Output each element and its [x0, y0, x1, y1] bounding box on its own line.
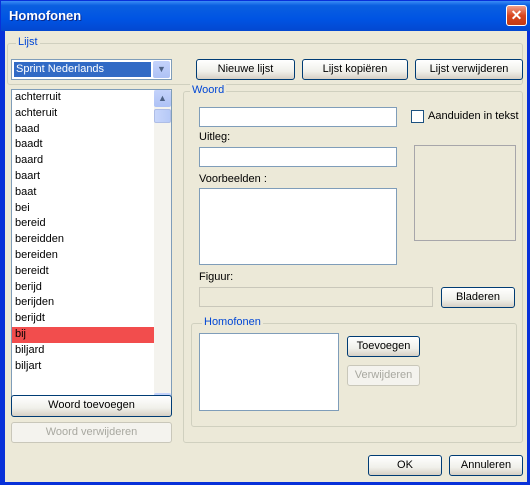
uitleg-label: Uitleg:: [199, 131, 231, 143]
list-item[interactable]: berijdt: [12, 311, 171, 327]
list-item[interactable]: baart: [12, 169, 171, 185]
list-item[interactable]: baard: [12, 153, 171, 169]
mark-in-text-label: Aanduiden in tekst: [428, 110, 519, 122]
list-item[interactable]: biljart: [12, 359, 171, 375]
list-item[interactable]: achterruit: [12, 90, 171, 106]
copy-list-button[interactable]: Lijst kopiëren: [302, 59, 408, 80]
list-item[interactable]: biljard: [12, 343, 171, 359]
scroll-thumb[interactable]: [154, 109, 171, 123]
list-item[interactable]: baat: [12, 185, 171, 201]
window-title: Homofonen: [9, 8, 82, 23]
homophones-list[interactable]: [199, 333, 339, 411]
chevron-down-icon[interactable]: ▼: [153, 61, 170, 78]
word-list-scrollbar[interactable]: ▲ ▼: [154, 90, 171, 410]
list-item[interactable]: baad: [12, 122, 171, 138]
add-word-button[interactable]: Woord toevoegen: [11, 395, 172, 417]
cancel-button[interactable]: Annuleren: [449, 455, 523, 476]
add-homophone-button[interactable]: Toevoegen: [347, 336, 420, 357]
close-icon[interactable]: ✕: [506, 5, 527, 26]
word-input[interactable]: [199, 107, 397, 127]
figure-path-input: [199, 287, 433, 307]
list-item[interactable]: berijd: [12, 280, 171, 296]
voorbeelden-label: Voorbeelden :: [199, 173, 267, 185]
list-item[interactable]: bei: [12, 201, 171, 217]
title-bar[interactable]: Homofonen ✕: [1, 1, 530, 31]
list-item[interactable]: bereidden: [12, 232, 171, 248]
browse-button[interactable]: Bladeren: [441, 287, 515, 308]
delete-list-button[interactable]: Lijst verwijderen: [415, 59, 523, 80]
list-item[interactable]: achteruit: [12, 106, 171, 122]
list-item[interactable]: bereidt: [12, 264, 171, 280]
list-item[interactable]: berijden: [12, 295, 171, 311]
woord-legend: Woord: [190, 84, 227, 96]
uitleg-input[interactable]: [199, 147, 397, 167]
scroll-up-icon[interactable]: ▲: [154, 90, 171, 107]
list-item[interactable]: baadt: [12, 137, 171, 153]
list-item[interactable]: bereiden: [12, 248, 171, 264]
new-list-button[interactable]: Nieuwe lijst: [196, 59, 295, 80]
list-select-value: Sprint Nederlands: [14, 62, 151, 77]
figure-preview: [414, 145, 516, 241]
mark-in-text-checkbox[interactable]: [411, 110, 424, 123]
dialog-window: Homofonen ✕ Lijst Sprint Nederlands ▼ Ni…: [0, 0, 530, 485]
word-list[interactable]: achterruit achteruit baad baadt baard baart ba…: [11, 89, 172, 411]
figuur-label: Figuur:: [199, 271, 234, 283]
voorbeelden-input[interactable]: [199, 188, 397, 265]
remove-homophone-button[interactable]: Verwijderen: [347, 365, 420, 386]
homofonen-legend: Homofonen: [202, 316, 263, 328]
list-item[interactable]: bij: [12, 326, 171, 343]
list-select[interactable]: Sprint Nederlands ▼: [11, 59, 172, 80]
lijst-legend: Lijst: [16, 36, 40, 48]
dialog-body: Lijst Sprint Nederlands ▼ Nieuwe lijst L…: [5, 31, 527, 482]
list-item[interactable]: bereid: [12, 216, 171, 232]
word-items: achterruit achteruit baad baadt baard baart ba…: [12, 90, 171, 374]
remove-word-button[interactable]: Woord verwijderen: [11, 422, 172, 443]
ok-button[interactable]: OK: [368, 455, 442, 476]
